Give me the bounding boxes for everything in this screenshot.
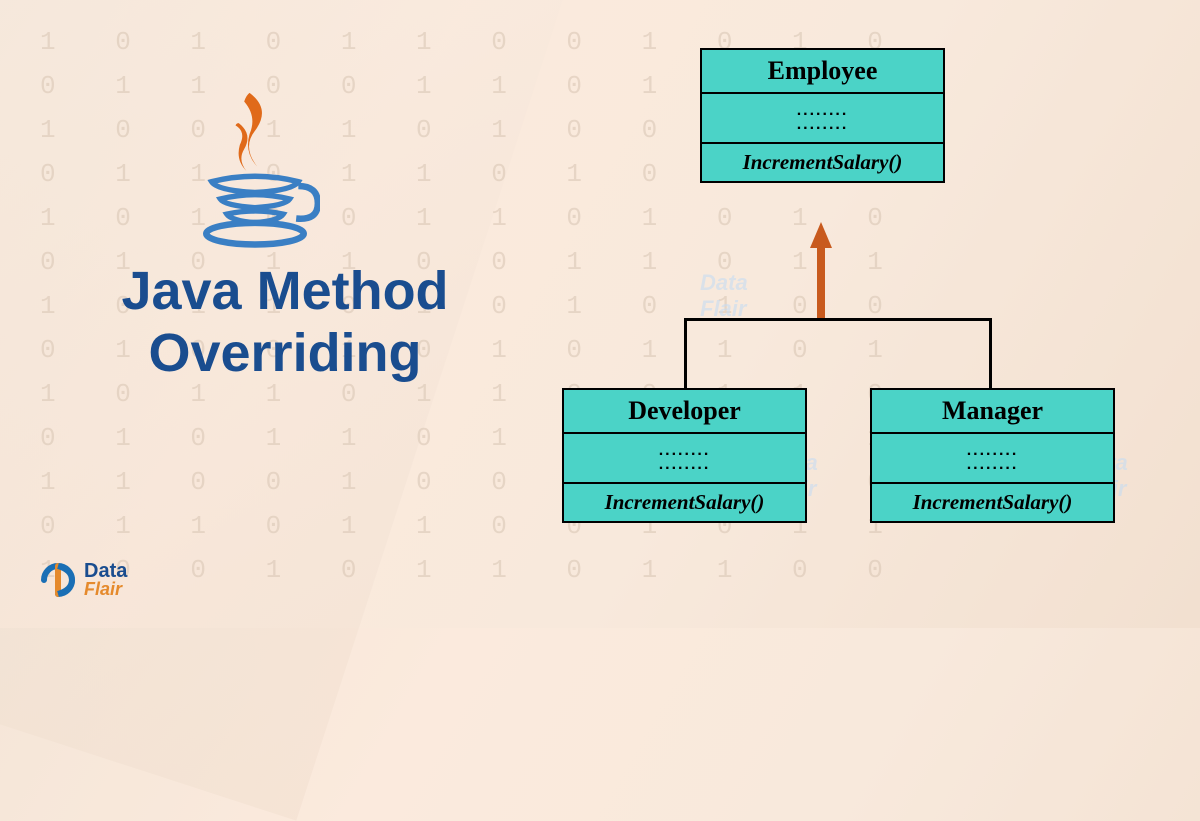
connector-horizontal xyxy=(684,318,992,321)
dataflair-logo-icon xyxy=(38,560,78,600)
uml-class-employee: Employee ........ ........ IncrementSala… xyxy=(700,48,945,183)
uml-class-manager: Manager ........ ........ IncrementSalar… xyxy=(870,388,1115,523)
dataflair-logo: Data Flair xyxy=(38,560,127,600)
inheritance-arrow-stem xyxy=(817,246,825,318)
uml-class-name: Employee xyxy=(702,50,943,94)
connector-vertical-left xyxy=(684,318,687,388)
attr-placeholder: ........ xyxy=(876,458,1109,472)
uml-class-name: Manager xyxy=(872,390,1113,434)
uml-attributes-section: ........ ........ xyxy=(702,94,943,144)
uml-class-name: Developer xyxy=(564,390,805,434)
title-line-1: Java Method xyxy=(50,260,520,322)
uml-method: IncrementSalary() xyxy=(564,484,805,521)
uml-attributes-section: ........ ........ xyxy=(872,434,1113,484)
brand-name-bottom: Flair xyxy=(84,581,127,598)
watermark: DataFlair xyxy=(700,270,748,322)
attr-placeholder: ........ xyxy=(568,458,801,472)
uml-attributes-section: ........ ........ xyxy=(564,434,805,484)
page-title: Java Method Overriding xyxy=(50,260,520,384)
connector-vertical-right xyxy=(989,318,992,388)
title-line-2: Overriding xyxy=(50,322,520,384)
attr-placeholder: ........ xyxy=(706,118,939,132)
uml-method: IncrementSalary() xyxy=(702,144,943,181)
java-logo-icon xyxy=(190,82,320,255)
uml-method: IncrementSalary() xyxy=(872,484,1113,521)
uml-class-developer: Developer ........ ........ IncrementSal… xyxy=(562,388,807,523)
dataflair-logo-text: Data Flair xyxy=(84,562,127,598)
inheritance-arrow-head-icon xyxy=(810,222,832,248)
